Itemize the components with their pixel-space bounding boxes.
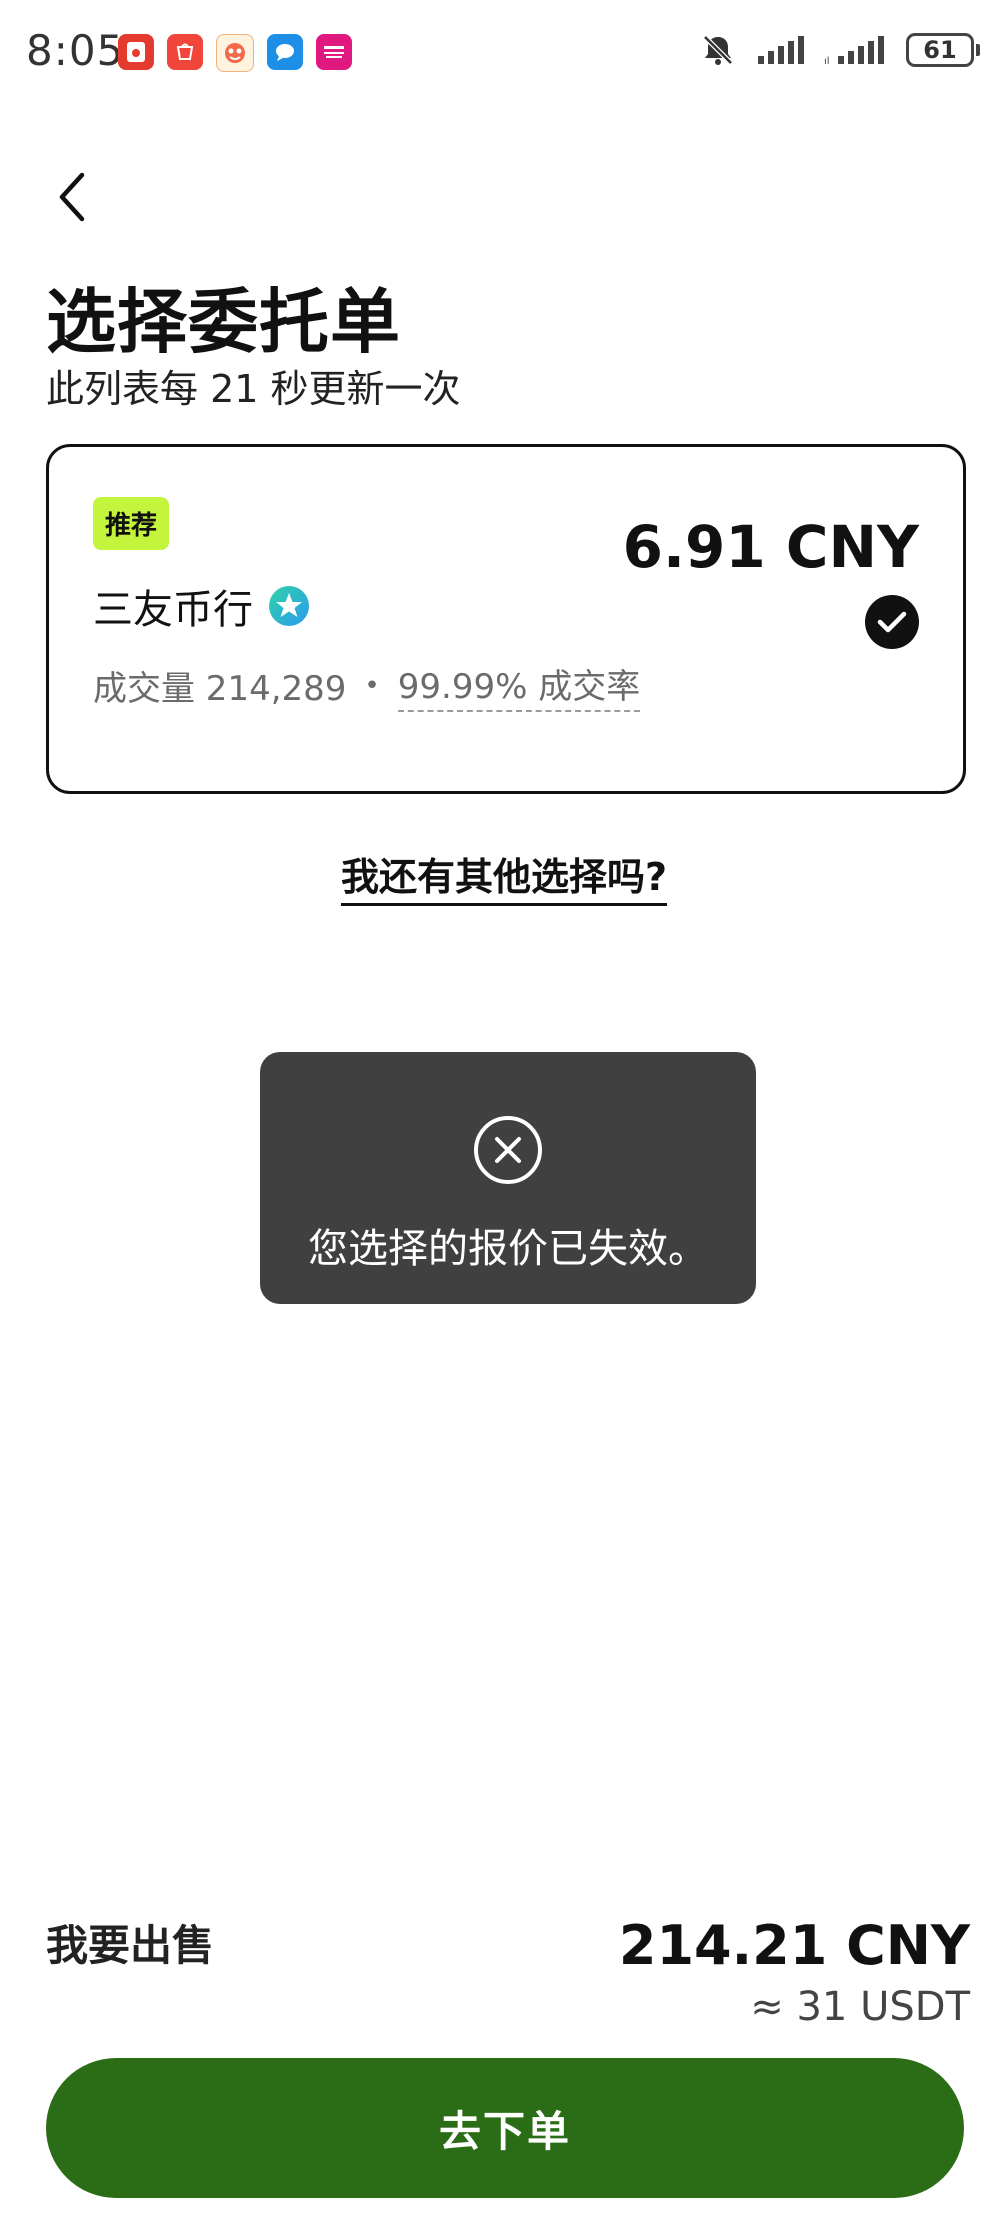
trade-volume: 成交量 214,289 (93, 669, 347, 709)
red-envelope-app-icon (118, 34, 154, 70)
place-order-button[interactable]: 去下单 (46, 2058, 964, 2198)
bell-muted-icon (700, 32, 736, 68)
back-button[interactable] (46, 166, 98, 228)
battery-level: 61 (906, 33, 974, 67)
cartoon-app-icon (216, 34, 254, 72)
page-subtitle: 此列表每 21 秒更新一次 (46, 367, 461, 411)
status-bar: 8:05 ıl 61 (0, 0, 1008, 110)
sell-amount: 214.21 CNY (618, 1914, 970, 1977)
svg-text:ıl: ıl (824, 56, 830, 66)
message-app-icon (267, 34, 303, 70)
offer-card[interactable]: 推荐 三友币行 成交量 214,289 • 99.99% 成交率 6.91 CN… (46, 444, 966, 794)
battery-icon: 61 (906, 33, 980, 67)
status-indicators: ıl 61 (700, 32, 980, 68)
offer-price: 6.91 CNY (622, 513, 919, 581)
selected-check-icon (865, 595, 919, 649)
merchant-row: 三友币行 (93, 577, 311, 635)
notification-icons (118, 34, 352, 72)
huawei-store-app-icon (167, 34, 203, 70)
merchant-stats: 成交量 214,289 • 99.99% 成交率 (93, 659, 641, 712)
signal-2-icon: ıl (824, 34, 886, 66)
completion-rate[interactable]: 99.99% 成交率 (397, 659, 641, 712)
close-circle-icon (474, 1116, 542, 1184)
page-root: 8:05 ıl 61 选择委托单 此列表每 21 秒更新一次 推荐 三友币行 成… (0, 0, 1008, 2232)
recommend-badge: 推荐 (93, 497, 170, 550)
verified-star-icon (267, 584, 311, 628)
sell-approx-usdt: ≈ 31 USDT (750, 1984, 970, 2030)
shopping-app-icon (316, 34, 352, 70)
other-choice-link[interactable]: 我还有其他选择吗? (340, 855, 668, 906)
chevron-left-icon (59, 172, 85, 222)
stats-separator: • (364, 670, 380, 701)
merchant-name: 三友币行 (93, 587, 253, 633)
toast-message: 您选择的报价已失效。 (308, 1226, 708, 1272)
page-title: 选择委托单 (46, 281, 401, 363)
status-time: 8:05 (26, 26, 125, 75)
signal-icon (756, 34, 804, 66)
other-choice-link-row: 我还有其他选择吗? (0, 846, 1008, 906)
error-toast: 您选择的报价已失效。 (260, 1052, 756, 1304)
sell-label: 我要出售 (46, 1921, 215, 1970)
